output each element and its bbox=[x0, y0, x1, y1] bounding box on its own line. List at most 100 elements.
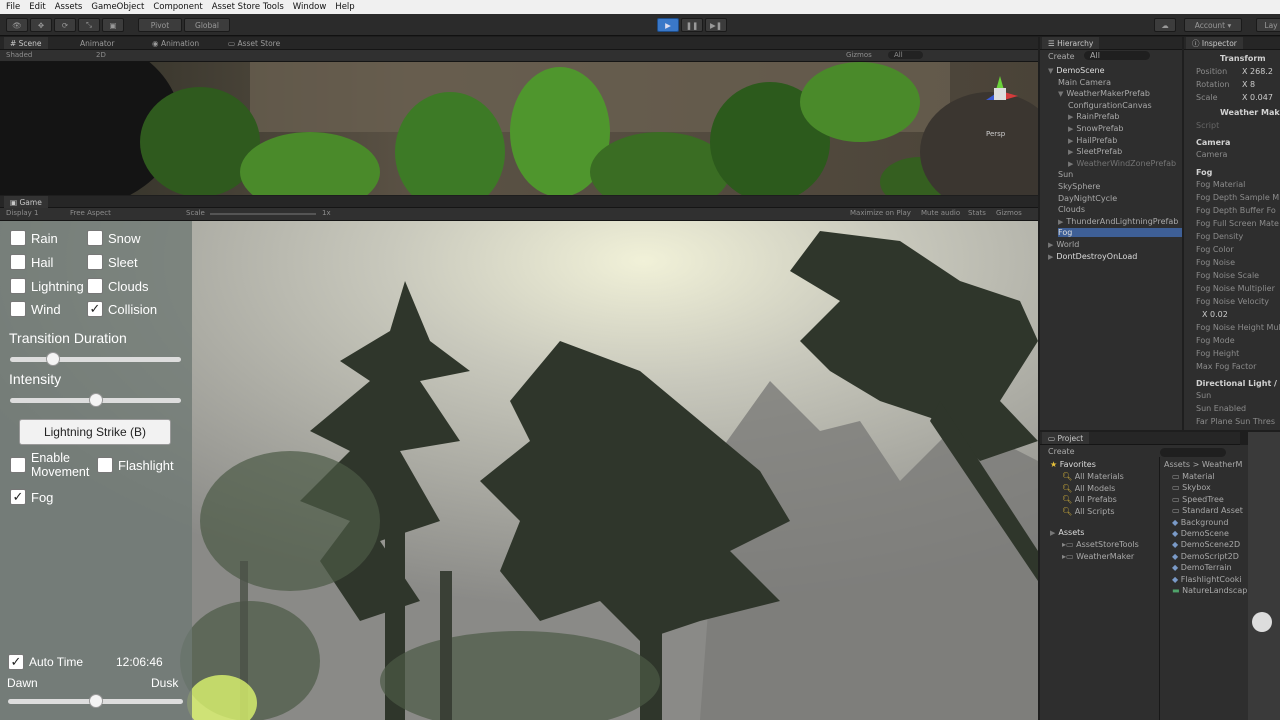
fog-property-field[interactable]: Fog Depth Sample M bbox=[1196, 193, 1279, 202]
scale-slider[interactable] bbox=[210, 213, 316, 215]
hierarchy-item[interactable]: ▶ SnowPrefab bbox=[1068, 124, 1124, 133]
favorite-item[interactable]: 🔍︎ All Scripts bbox=[1062, 507, 1115, 516]
lightning-checkbox[interactable] bbox=[10, 278, 26, 294]
hierarchy-item[interactable]: ▼ WeatherMakerPrefab bbox=[1058, 89, 1150, 98]
slider-handle[interactable] bbox=[89, 694, 103, 708]
hierarchy-item[interactable]: ▶ DontDestroyOnLoad bbox=[1048, 252, 1137, 261]
project-file-item[interactable]: ◆ Background bbox=[1172, 518, 1228, 527]
mute-audio-toggle[interactable]: Mute audio bbox=[921, 209, 960, 217]
tab-animation[interactable]: ◉ Animation bbox=[146, 37, 205, 49]
shading-dropdown[interactable]: Shaded bbox=[6, 51, 32, 59]
pivot-toggle[interactable]: Pivot bbox=[138, 18, 182, 32]
snow-checkbox[interactable] bbox=[87, 230, 103, 246]
hierarchy-item[interactable]: SkySphere bbox=[1058, 182, 1100, 191]
hierarchy-item[interactable]: ▶ World bbox=[1048, 240, 1079, 249]
project-file-item[interactable]: ◆ DemoScript2D bbox=[1172, 552, 1239, 561]
fog-checkbox[interactable]: ✓ bbox=[10, 489, 26, 505]
project-file-item[interactable]: ▬ NatureLandscap bbox=[1172, 586, 1247, 595]
hierarchy-item[interactable]: ▶ SleetPrefab bbox=[1068, 147, 1122, 156]
fold-arrow-icon[interactable]: ▶ bbox=[1048, 253, 1053, 261]
scale-x-field[interactable]: X 0.047 bbox=[1242, 93, 1273, 102]
project-file-item[interactable]: ◆ DemoScene bbox=[1172, 529, 1229, 538]
tab-hierarchy[interactable]: ☰ Hierarchy bbox=[1042, 37, 1100, 49]
fold-arrow-icon[interactable]: ▶ bbox=[1068, 137, 1073, 145]
transition-duration-slider[interactable] bbox=[10, 352, 181, 366]
sleet-checkbox[interactable] bbox=[87, 254, 103, 270]
tab-game[interactable]: ▣ Game bbox=[4, 196, 48, 208]
fog-property-field[interactable]: Fog Material bbox=[1196, 180, 1245, 189]
hierarchy-create-dropdown[interactable]: Create bbox=[1048, 52, 1075, 61]
sun-field[interactable]: Sun bbox=[1196, 391, 1211, 400]
orientation-gizmo-icon[interactable] bbox=[980, 74, 1020, 114]
fog-property-field[interactable]: Fog Full Screen Mate bbox=[1196, 219, 1279, 228]
hierarchy-item[interactable]: ▶ ThunderAndLightningPrefab bbox=[1058, 217, 1178, 226]
fog-property-field[interactable]: Fog Depth Buffer Fo bbox=[1196, 206, 1276, 215]
stats-toggle[interactable]: Stats bbox=[968, 209, 986, 217]
weather-maker-component-header[interactable]: Weather Mak bbox=[1220, 108, 1280, 117]
fog-property-field[interactable]: Fog Density bbox=[1196, 232, 1243, 241]
fold-arrow-icon[interactable]: ▶ bbox=[1068, 125, 1073, 133]
lightning-strike-button[interactable]: Lightning Strike (B) bbox=[19, 419, 171, 445]
auto-time-checkbox[interactable]: ✓ bbox=[8, 654, 24, 670]
favorite-item[interactable]: 🔍︎ All Materials bbox=[1062, 472, 1124, 481]
tab-inspector[interactable]: ⓘ Inspector bbox=[1186, 37, 1243, 49]
menu-assets[interactable]: Assets bbox=[55, 2, 83, 12]
project-file-item[interactable]: ◆ DemoScene2D bbox=[1172, 540, 1240, 549]
camera-field[interactable]: Camera bbox=[1196, 150, 1227, 159]
far-plane-field[interactable]: Far Plane Sun Thres bbox=[1196, 417, 1275, 426]
enable-movement-checkbox[interactable] bbox=[10, 457, 26, 473]
hierarchy-item[interactable]: Sun bbox=[1058, 170, 1073, 179]
hierarchy-item[interactable]: DayNightCycle bbox=[1058, 194, 1117, 203]
gizmos-dropdown[interactable]: Gizmos bbox=[846, 51, 872, 59]
account-dropdown[interactable]: Account ▾ bbox=[1184, 18, 1242, 32]
tab-animator[interactable]: Animator bbox=[74, 37, 120, 49]
hierarchy-item[interactable]: ▶ HailPrefab bbox=[1068, 136, 1117, 145]
fog-property-field[interactable]: Fog Noise Velocity bbox=[1196, 297, 1269, 306]
sun-enabled-field[interactable]: Sun Enabled bbox=[1196, 404, 1246, 413]
fold-arrow-icon[interactable]: ▶ bbox=[1068, 113, 1073, 121]
tab-project[interactable]: ▭ Project bbox=[1042, 432, 1090, 444]
project-create-dropdown[interactable]: Create bbox=[1048, 447, 1075, 456]
rotate-tool-icon[interactable]: ⟳ bbox=[54, 18, 76, 32]
favorite-item[interactable]: 🔍︎ All Models bbox=[1062, 484, 1115, 493]
slider-handle[interactable] bbox=[89, 393, 103, 407]
hierarchy-search-input[interactable]: All bbox=[1084, 51, 1150, 60]
aspect-dropdown[interactable]: Free Aspect bbox=[70, 209, 111, 217]
menu-gameobject[interactable]: GameObject bbox=[91, 2, 144, 12]
step-button[interactable]: ▶❚ bbox=[705, 18, 727, 32]
fog-property-field[interactable]: Fog Color bbox=[1196, 245, 1234, 254]
layers-dropdown[interactable]: Lay bbox=[1256, 18, 1280, 32]
hierarchy-item[interactable]: ConfigurationCanvas bbox=[1068, 101, 1152, 110]
pause-button[interactable]: ❚❚ bbox=[681, 18, 703, 32]
scene-search-input[interactable]: All bbox=[888, 51, 923, 59]
rotation-x-field[interactable]: X 8 bbox=[1242, 80, 1255, 89]
fog-velocity-x-field[interactable]: X 0.02 bbox=[1202, 310, 1228, 319]
rect-tool-icon[interactable]: ▣ bbox=[102, 18, 124, 32]
display-dropdown[interactable]: Display 1 bbox=[6, 209, 38, 217]
fog-property-field[interactable]: Fog Noise Multiplier bbox=[1196, 284, 1275, 293]
2d-toggle[interactable]: 2D bbox=[96, 51, 106, 59]
hand-tool-icon[interactable]: 👁 bbox=[6, 18, 28, 32]
menu-file[interactable]: File bbox=[6, 2, 20, 12]
maximize-on-play-toggle[interactable]: Maximize on Play bbox=[850, 209, 911, 217]
fold-arrow-icon[interactable]: ▼ bbox=[1058, 90, 1063, 98]
project-file-item[interactable]: ◆ FlashlightCooki bbox=[1172, 575, 1242, 584]
asset-folder-item[interactable]: ▸▭ WeatherMaker bbox=[1062, 552, 1134, 561]
flashlight-checkbox[interactable] bbox=[97, 457, 113, 473]
menu-help[interactable]: Help bbox=[335, 2, 354, 12]
hail-checkbox[interactable] bbox=[10, 254, 26, 270]
project-search-input[interactable] bbox=[1160, 448, 1226, 457]
asset-folder-item[interactable]: ▸▭ AssetStoreTools bbox=[1062, 540, 1139, 549]
time-of-day-slider[interactable] bbox=[8, 694, 183, 708]
transform-header[interactable]: Transform bbox=[1220, 54, 1266, 63]
fold-arrow-icon[interactable]: ▶ bbox=[1068, 160, 1073, 168]
hierarchy-item[interactable]: ▼ DemoScene bbox=[1048, 66, 1105, 75]
intensity-slider[interactable] bbox=[10, 393, 181, 407]
fold-arrow-icon[interactable]: ▼ bbox=[1048, 67, 1053, 75]
project-file-item[interactable]: ▭ Standard Asset bbox=[1172, 506, 1243, 515]
cloud-icon[interactable]: ☁ bbox=[1154, 18, 1176, 32]
hierarchy-item[interactable]: Main Camera bbox=[1058, 78, 1111, 87]
global-toggle[interactable]: Global bbox=[184, 18, 230, 32]
fog-property-field[interactable]: Fog Height bbox=[1196, 349, 1239, 358]
fog-property-field[interactable]: Fog Noise Height Mul bbox=[1196, 323, 1280, 332]
